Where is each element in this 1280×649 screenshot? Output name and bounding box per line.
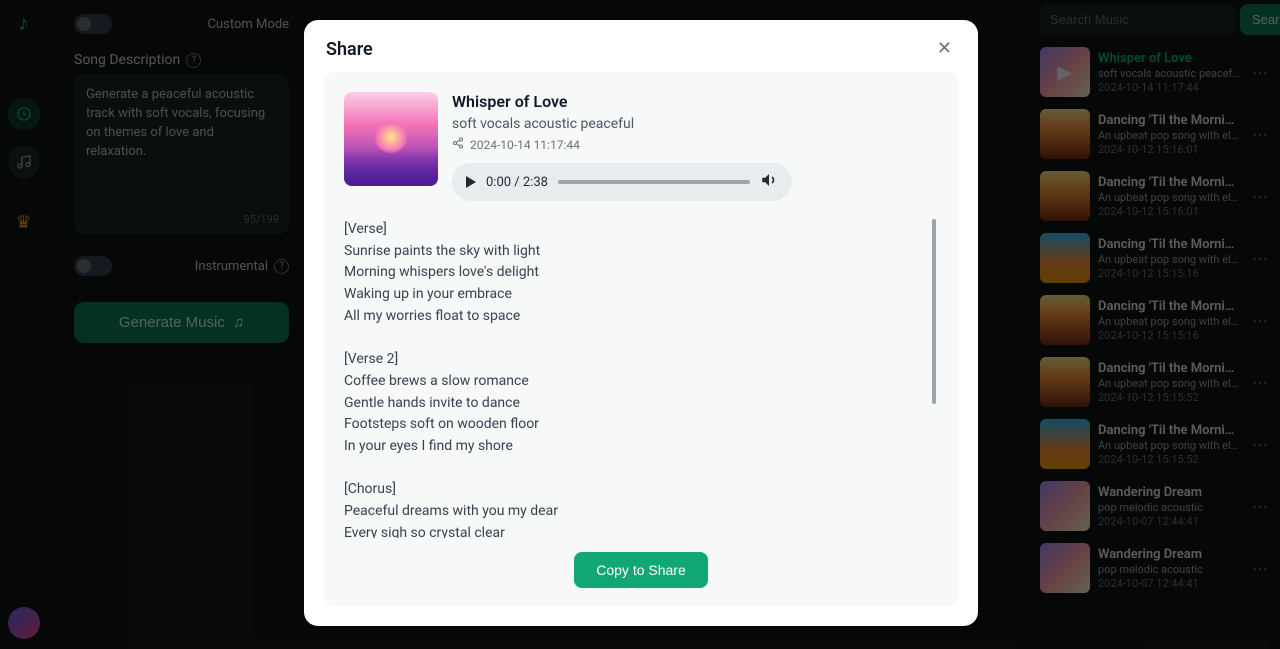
- song-tags: soft vocals acoustic peaceful: [452, 116, 938, 132]
- copy-to-share-button[interactable]: Copy to Share: [574, 552, 708, 588]
- share-modal: Share ✕ Whisper of Love soft vocals acou…: [304, 20, 978, 626]
- song-timestamp: 2024-10-14 11:17:44: [470, 138, 580, 152]
- lyrics-container: [Verse] Sunrise paints the sky with ligh…: [344, 219, 938, 538]
- song-header: Whisper of Love soft vocals acoustic pea…: [344, 92, 938, 201]
- modal-header: Share ✕: [304, 20, 978, 72]
- song-title: Whisper of Love: [452, 92, 938, 111]
- modal-title: Share: [326, 39, 373, 60]
- modal-body: Whisper of Love soft vocals acoustic pea…: [324, 72, 958, 606]
- lyrics-text[interactable]: [Verse] Sunrise paints the sky with ligh…: [344, 219, 938, 538]
- share-icon: [452, 137, 464, 152]
- song-info: Whisper of Love soft vocals acoustic pea…: [452, 92, 938, 201]
- volume-icon[interactable]: [760, 171, 778, 193]
- time-display: 0:00 / 2:38: [486, 175, 548, 190]
- progress-bar[interactable]: [558, 180, 750, 184]
- close-icon[interactable]: ✕: [933, 36, 956, 62]
- cover-art: [344, 92, 438, 186]
- song-timestamp-row: 2024-10-14 11:17:44: [452, 137, 938, 152]
- audio-player: 0:00 / 2:38: [452, 163, 792, 201]
- scrollbar[interactable]: [932, 219, 936, 404]
- play-icon[interactable]: [466, 176, 476, 188]
